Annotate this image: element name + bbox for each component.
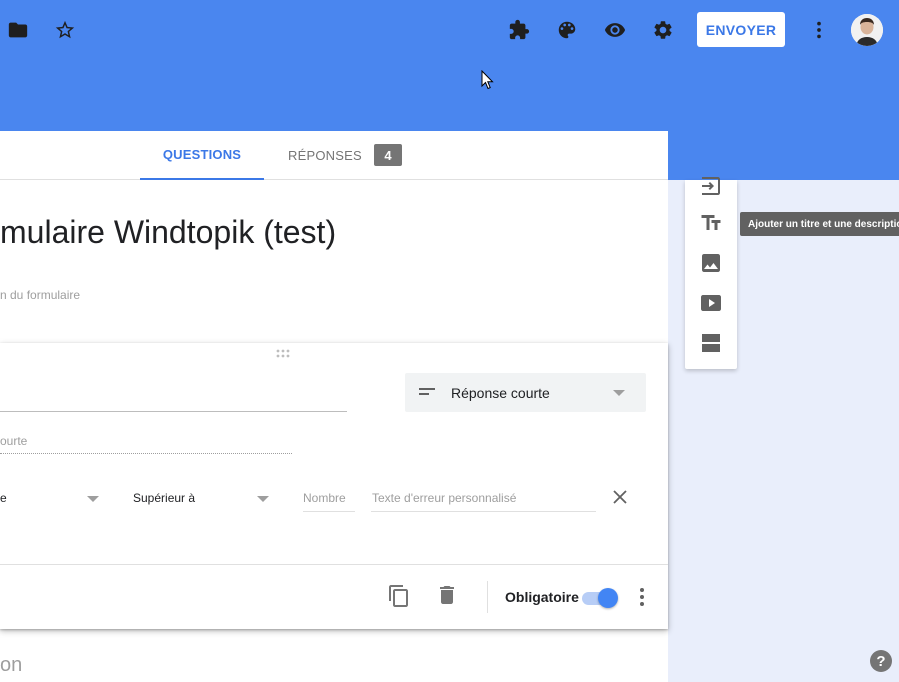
validation-type-value[interactable]: e — [0, 491, 7, 505]
palette-icon[interactable] — [553, 16, 581, 44]
title-text-icon[interactable] — [699, 211, 723, 235]
puzzle-icon[interactable] — [505, 16, 533, 44]
gear-icon[interactable] — [649, 16, 677, 44]
question-title-underline — [0, 411, 347, 412]
more-vert-icon[interactable] — [632, 586, 652, 608]
mouse-cursor-icon — [481, 70, 494, 90]
short-answer-underline — [0, 453, 292, 454]
image-icon[interactable] — [699, 251, 723, 275]
tooltip: Ajouter un titre et une description — [740, 212, 899, 236]
eye-icon[interactable] — [601, 16, 629, 44]
avatar[interactable] — [851, 14, 883, 46]
question-card[interactable]: Réponse courte ourte e Supérieur à Nombr… — [0, 343, 668, 629]
toggle-thumb — [598, 588, 618, 608]
short-text-icon — [419, 388, 435, 395]
form-title[interactable]: mulaire Windtopik (test) — [0, 214, 336, 251]
footer-separator — [487, 581, 488, 613]
close-icon[interactable] — [611, 488, 629, 506]
duplicate-icon[interactable] — [387, 584, 411, 608]
short-answer-placeholder: ourte — [0, 434, 28, 448]
help-icon[interactable]: ? — [870, 650, 892, 672]
side-toolbar — [685, 177, 737, 369]
video-icon[interactable] — [699, 291, 723, 315]
question-type-label: Réponse courte — [451, 385, 550, 401]
tab-questions[interactable]: QUESTIONS — [140, 131, 264, 180]
responses-count-badge: 4 — [374, 144, 402, 166]
required-label: Obligatoire — [505, 589, 579, 605]
custom-error-input[interactable]: Texte d'erreur personnalisé — [372, 491, 516, 505]
required-toggle[interactable] — [580, 586, 620, 610]
validation-number-input[interactable]: Nombre — [303, 491, 346, 505]
chevron-down-icon — [613, 390, 625, 396]
more-vert-icon[interactable] — [805, 16, 833, 44]
import-question-icon[interactable] — [699, 174, 723, 198]
number-input-underline — [303, 511, 355, 512]
send-button[interactable]: ENVOYER — [697, 12, 785, 47]
error-input-underline — [371, 511, 596, 512]
trash-icon[interactable] — [435, 583, 459, 607]
chevron-down-icon[interactable] — [87, 496, 99, 502]
card-divider — [0, 564, 668, 565]
validation-condition-select[interactable]: Supérieur à — [133, 491, 195, 505]
question-type-select[interactable]: Réponse courte — [405, 373, 646, 412]
star-icon[interactable] — [51, 16, 79, 44]
section-icon[interactable] — [699, 331, 723, 355]
form-description-field[interactable]: n du formulaire — [0, 288, 80, 302]
drag-handle-icon[interactable] — [276, 349, 292, 359]
tab-bar: QUESTIONS RÉPONSES 4 — [0, 131, 668, 180]
next-question-fragment[interactable]: on — [0, 654, 22, 677]
chevron-down-icon[interactable] — [257, 496, 269, 502]
tab-responses[interactable]: RÉPONSES — [288, 131, 362, 179]
folder-icon[interactable] — [4, 16, 32, 44]
